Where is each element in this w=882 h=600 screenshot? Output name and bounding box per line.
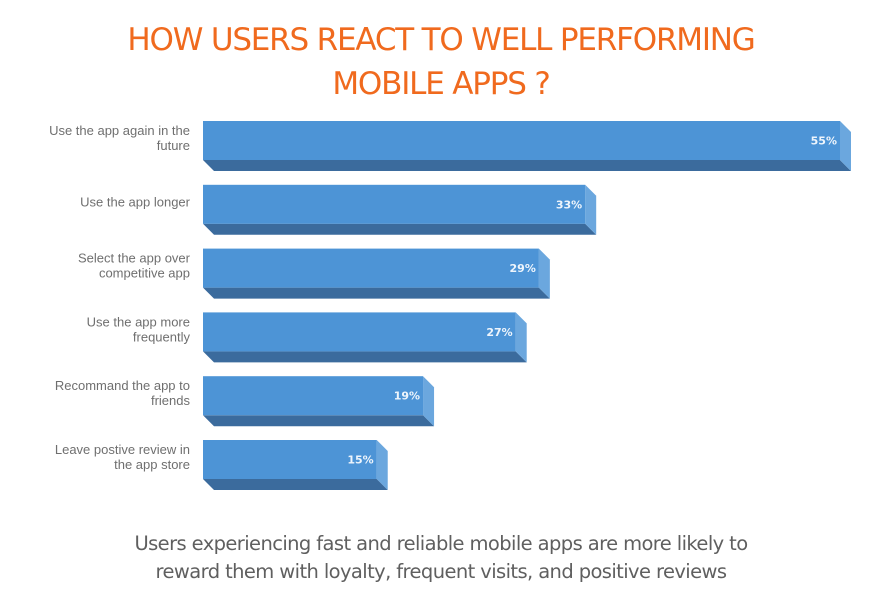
category-label: Select the app over competitive app	[78, 251, 191, 281]
bar-bottom-bevel	[203, 479, 388, 490]
category-label-line: future	[157, 138, 190, 153]
bar-group: 15% Leave postive review in the app store	[55, 440, 388, 490]
bar	[203, 184, 586, 224]
bar-group: 33% Use the app longer	[80, 184, 597, 235]
bar	[203, 312, 516, 352]
bar-bottom-bevel	[203, 287, 550, 299]
value-label: 27%	[486, 326, 512, 339]
category-label-line: competitive app	[99, 266, 190, 281]
bar	[203, 376, 424, 416]
bar	[203, 121, 840, 160]
bar-chart: 55% Use the app again in the future 33% Use …	[49, 121, 851, 490]
category-label: Use the app more frequently	[87, 314, 191, 344]
value-label: 29%	[510, 262, 536, 275]
bar-group: 29% Select the app over competitive app	[78, 248, 550, 299]
category-label: Use the app longer	[80, 194, 191, 209]
chart-caption: Users experiencing fast and reliable mob…	[0, 530, 882, 586]
bar-bottom-bevel	[203, 223, 597, 235]
bar-group: 19% Recommand the app to friends	[55, 376, 435, 427]
value-label: 55%	[811, 135, 837, 148]
category-label-line: Select the app over	[78, 251, 191, 266]
category-label-line: Use the app longer	[80, 194, 191, 209]
category-label-line: the app store	[114, 457, 190, 472]
bar-bottom-bevel	[203, 415, 435, 427]
category-label-line: frequently	[133, 329, 191, 344]
caption-line-1: Users experiencing fast and reliable mob…	[134, 532, 748, 555]
bar-bottom-bevel	[203, 351, 527, 363]
value-label: 19%	[394, 390, 420, 403]
category-label-line: Recommand the app to	[55, 378, 190, 393]
bar-group: 27% Use the app more frequently	[87, 312, 527, 363]
category-label-line: Leave postive review in	[55, 442, 190, 457]
category-label-line: Use the app more	[87, 314, 190, 329]
category-label-line: friends	[151, 393, 191, 408]
category-label-line: Use the app again in the	[49, 123, 190, 138]
category-label: Recommand the app to friends	[55, 378, 191, 408]
value-label: 33%	[556, 198, 582, 211]
category-label: Use the app again in the future	[49, 123, 190, 153]
value-label: 15%	[347, 454, 373, 467]
caption-line-2: reward them with loyalty, frequent visit…	[155, 560, 727, 583]
bar-group: 55% Use the app again in the future	[49, 121, 851, 171]
category-label: Leave postive review in the app store	[55, 442, 190, 472]
bar	[203, 248, 539, 288]
bar-bottom-bevel	[203, 160, 851, 171]
